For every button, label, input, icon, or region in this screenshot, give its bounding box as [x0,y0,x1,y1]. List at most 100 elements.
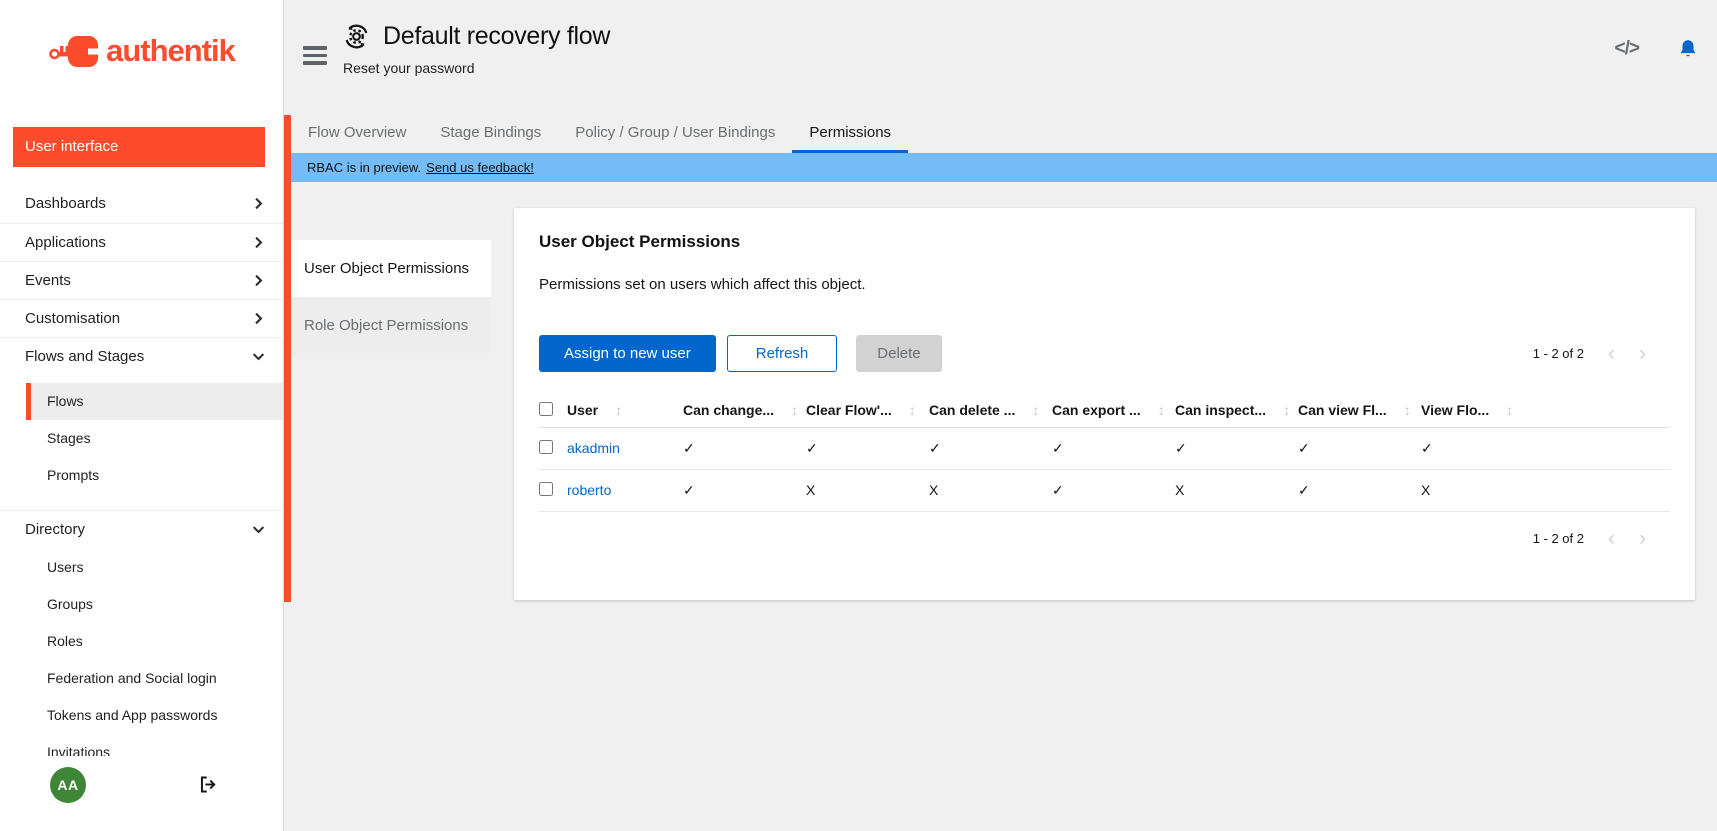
pagination-top: 1 - 2 of 2 ‹ › [1533,343,1670,364]
permissions-table: User↕ Can change...↕ Clear Flow'...↕ Can… [539,394,1670,512]
sign-out-icon[interactable] [198,774,219,795]
sidebar-item-roles[interactable]: Roles [26,623,283,660]
delete-button[interactable]: Delete [856,335,941,372]
sidebar-item-federation[interactable]: Federation and Social login [26,660,283,697]
sidebar-item-user-interface[interactable]: User interface [13,127,265,166]
pagination-prev-button[interactable]: ‹ [1608,343,1615,364]
permission-cell: ✓ [1052,469,1175,511]
user-link-roberto[interactable]: roberto [567,482,611,498]
page-title: Default recovery flow [383,22,610,51]
column-header-can-change: Can change... [683,402,774,418]
sidebar-item-label: Tokens and App passwords [47,707,217,723]
sidebar-item-applications[interactable]: Applications [0,223,283,261]
user-object-permissions-card: User Object Permissions Permissions set … [514,208,1695,600]
notification-bell-icon[interactable] [1677,38,1699,60]
sidebar-item-events[interactable]: Events [0,261,283,299]
tab-stage-bindings[interactable]: Stage Bindings [423,115,558,153]
sort-icon[interactable]: ↕ [1404,402,1411,418]
sort-icon[interactable]: ↕ [1158,402,1165,418]
sidebar-item-label: Flows [47,393,84,409]
sidebar-item-label: Users [47,559,84,575]
chevron-right-icon [252,312,265,325]
permission-vertical-tabs: User Object Permissions Role Object Perm… [285,240,491,354]
user-link-akadmin[interactable]: akadmin [567,440,620,456]
sidebar-item-label: Events [25,272,71,289]
authentik-logo[interactable]: authentik [0,0,283,102]
sidebar-item-stages[interactable]: Stages [26,420,283,457]
pagination-bottom: 1 - 2 of 2 ‹ › [539,528,1670,549]
sidebar-item-label: Roles [47,633,83,649]
card-description: Permissions set on users which affect th… [539,276,1670,293]
hamburger-menu-icon[interactable] [303,46,327,69]
pagination-next-button[interactable]: › [1639,528,1646,549]
sidebar-item-dashboards[interactable]: Dashboards [0,185,283,223]
assign-to-new-user-button[interactable]: Assign to new user [539,335,716,372]
brand-name: authentik [106,33,235,69]
permission-cell: X [806,469,929,511]
sort-icon[interactable]: ↕ [1032,402,1039,418]
sidebar-item-label: Flows and Stages [25,348,144,365]
sidebar-accent-strip [284,115,291,602]
sidebar-item-label: Applications [25,234,106,251]
tab-role-object-permissions[interactable]: Role Object Permissions [285,297,491,354]
column-header-clear-flow: Clear Flow'... [806,402,892,418]
content-area: User Object Permissions Role Object Perm… [285,208,1717,831]
pagination-prev-button[interactable]: ‹ [1608,528,1615,549]
sidebar-item-label: Prompts [47,467,99,483]
pagination-next-button[interactable]: › [1639,343,1646,364]
tab-label: Permissions [809,124,891,141]
sidebar-item-directory[interactable]: Directory [0,511,283,549]
tab-label: Stage Bindings [440,124,541,141]
authentik-key-icon [48,29,100,73]
permission-cell: ✓ [929,427,1052,469]
permission-cell: ✓ [683,469,806,511]
tab-permissions[interactable]: Permissions [792,115,908,153]
sidebar-item-label: Directory [25,521,85,538]
sort-icon[interactable]: ↕ [1283,402,1290,418]
sidebar-item-prompts[interactable]: Prompts [26,457,283,494]
tab-flow-overview[interactable]: Flow Overview [291,115,423,153]
rbac-preview-banner: RBAC is in preview. Send us feedback! [285,153,1717,182]
card-toolbar: Assign to new user Refresh Delete 1 - 2 … [539,335,1670,372]
api-code-icon[interactable]: </> [1615,38,1639,60]
chevron-right-icon [252,236,265,249]
sidebar-item-label: Dashboards [25,195,106,212]
pagination-range: 1 - 2 of 2 [1533,346,1584,361]
chevron-right-icon [252,197,265,210]
sort-icon[interactable]: ↕ [909,402,916,418]
sidebar-item-tokens[interactable]: Tokens and App passwords [26,697,283,734]
row-checkbox[interactable] [539,440,553,454]
flows-sub-list: Flows Stages Prompts [26,375,283,494]
sidebar-item-users[interactable]: Users [26,549,283,586]
avatar[interactable]: AA [50,767,86,803]
sidebar-item-invitations[interactable]: Invitations [26,734,283,757]
refresh-button[interactable]: Refresh [727,335,838,372]
permission-cell: ✓ [1052,427,1175,469]
sidebar-item-customisation[interactable]: Customisation [0,299,283,337]
column-header-can-view: Can view Fl... [1298,402,1387,418]
banner-text: RBAC is in preview. [307,160,421,175]
sidebar-item-flows-and-stages[interactable]: Flows and Stages [0,337,283,375]
sidebar-item-groups[interactable]: Groups [26,586,283,623]
select-all-checkbox[interactable] [539,402,553,416]
sort-icon[interactable]: ↕ [791,402,798,418]
sidebar-item-label: Customisation [25,310,120,327]
tab-user-object-permissions[interactable]: User Object Permissions [285,240,491,297]
sidebar-item-label: Invitations [47,744,110,756]
directory-sub-list: Users Groups Roles Federation and Social… [26,549,283,757]
page-subtitle: Reset your password [343,60,610,76]
sort-icon[interactable]: ↕ [615,402,622,418]
sidebar: authentik User interface Dashboards Appl… [0,0,284,831]
table-row: roberto ✓ X X ✓ X ✓ X [539,469,1670,511]
feedback-link[interactable]: Send us feedback! [426,160,534,175]
chevron-right-icon [252,274,265,287]
sidebar-item-flows[interactable]: Flows [26,383,283,420]
tab-label: Policy / Group / User Bindings [575,124,775,141]
tab-policy-group-user-bindings[interactable]: Policy / Group / User Bindings [558,115,792,153]
sidebar-item-label: Groups [47,596,93,612]
chevron-down-icon [252,523,265,536]
permission-cell: ✓ [1175,427,1298,469]
permission-cell: ✓ [806,427,929,469]
sort-icon[interactable]: ↕ [1506,402,1513,418]
row-checkbox[interactable] [539,482,553,496]
